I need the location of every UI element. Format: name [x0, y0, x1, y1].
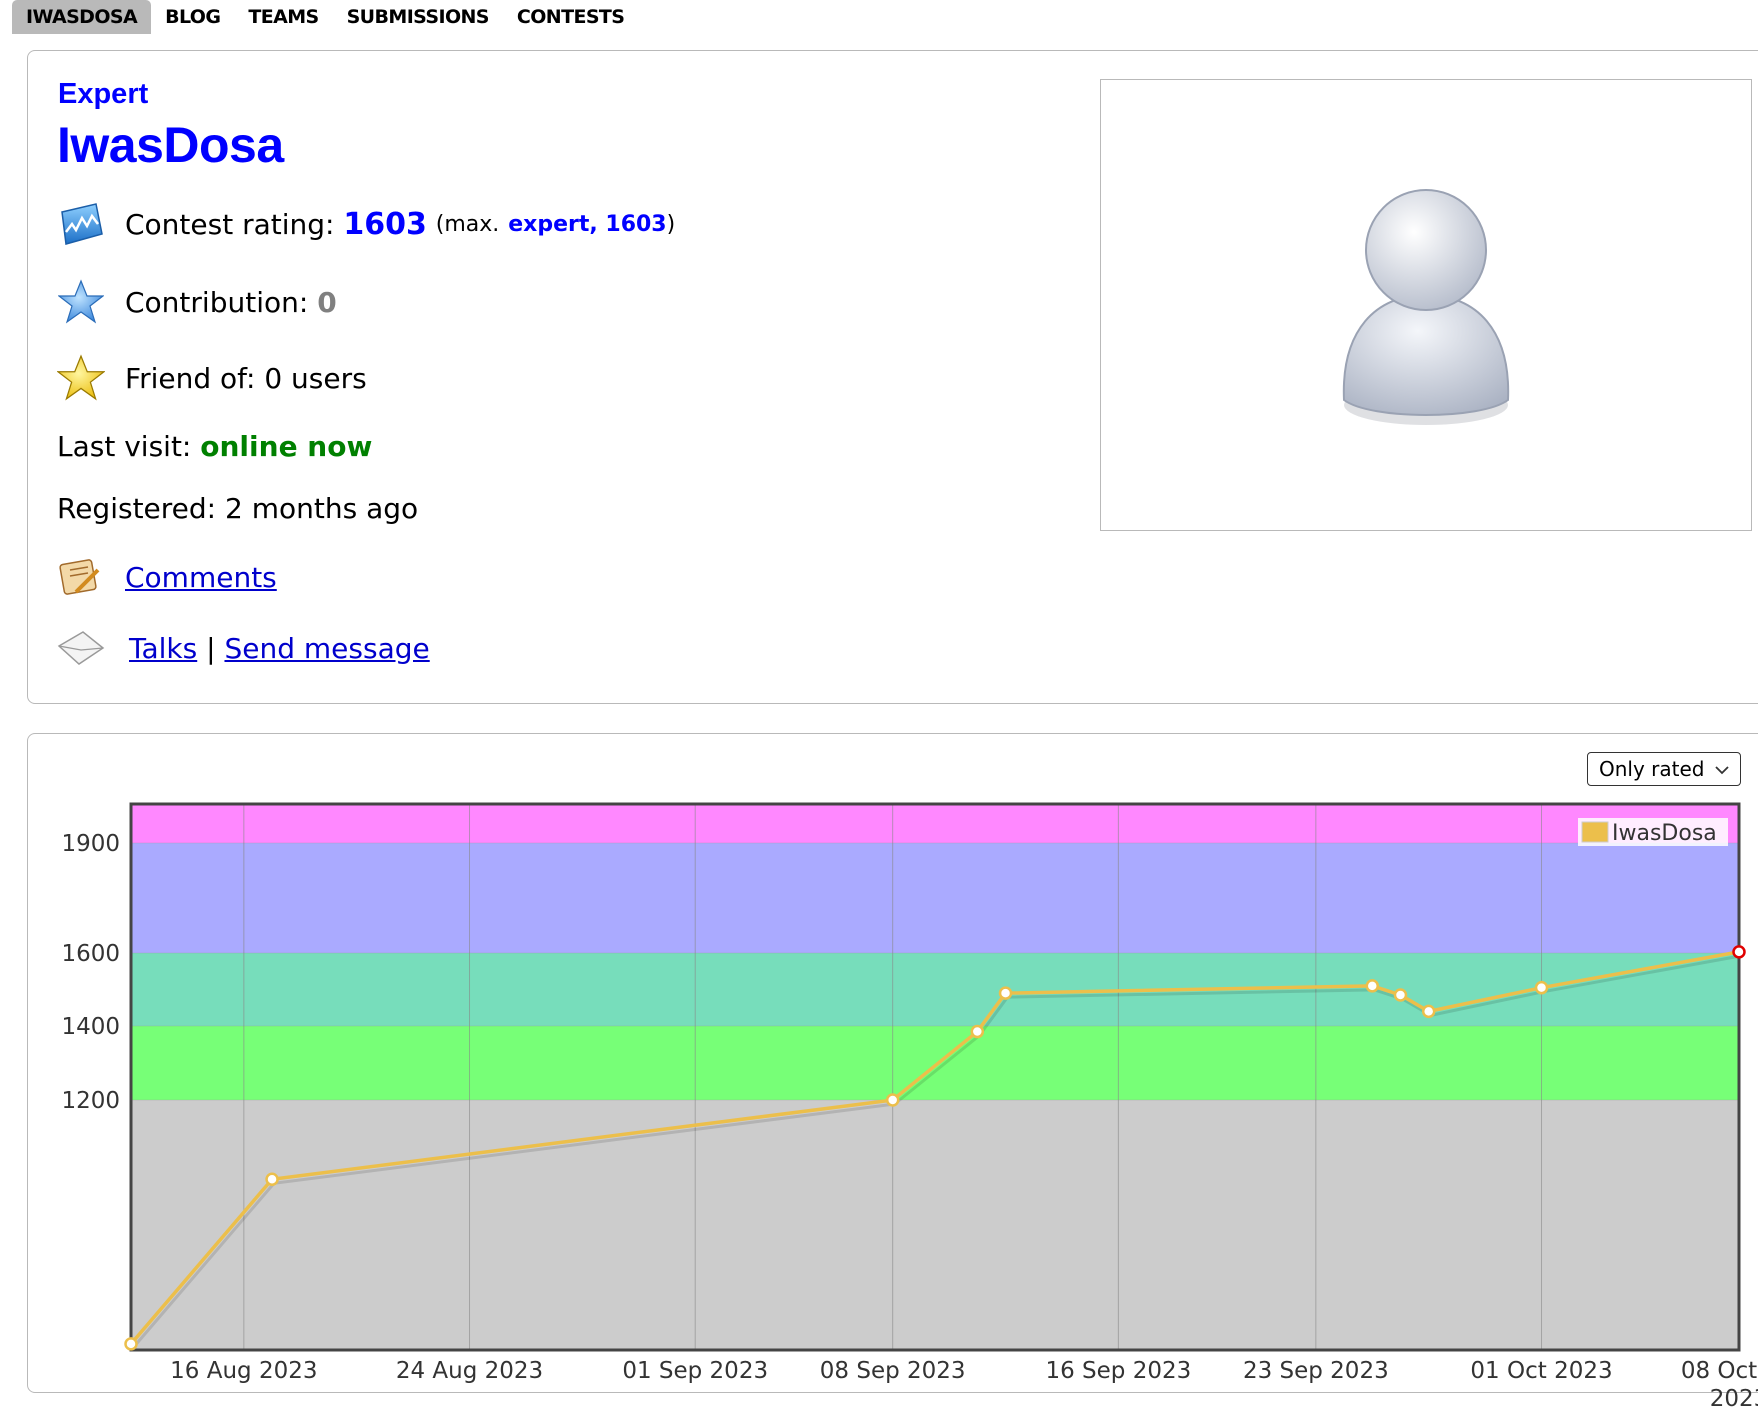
user-rank: Expert [58, 78, 149, 110]
online-status: online now [200, 430, 373, 463]
max-rating-value: expert, 1603 [508, 211, 667, 237]
rating-filter-select[interactable]: Only rated [1587, 752, 1741, 786]
friend-of-text: Friend of: 0 users [125, 361, 367, 395]
tab-contests[interactable]: CONTESTS [503, 0, 638, 34]
comments-link[interactable]: Comments [125, 561, 277, 594]
contribution-row: Contribution: 0 [57, 278, 337, 326]
friend-of-row: Friend of: 0 users [57, 354, 367, 402]
top-nav: IWASDOSA BLOG TEAMS SUBMISSIONS CONTESTS [12, 0, 638, 34]
envelope-icon [57, 624, 105, 672]
comments-icon [57, 553, 105, 601]
registered-row: Registered: 2 months ago [57, 492, 419, 525]
contest-rating-row: Contest rating: 1603 (max. expert, 1603) [57, 200, 675, 248]
talks-link[interactable]: Talks [129, 632, 197, 665]
chevron-down-icon [1714, 759, 1730, 783]
tab-profile[interactable]: IWASDOSA [12, 0, 152, 34]
comments-row: Comments [57, 553, 277, 601]
avatar [1342, 189, 1510, 425]
avatar-box [1100, 79, 1752, 531]
tab-blog[interactable]: BLOG [151, 0, 234, 34]
contribution-value: 0 [317, 285, 337, 319]
talks-row: Talks | Send message [57, 624, 430, 672]
rating-chart-icon [57, 200, 105, 248]
blue-star-icon [57, 278, 105, 326]
gold-star-icon [57, 354, 105, 402]
tab-submissions[interactable]: SUBMISSIONS [333, 0, 503, 34]
last-visit-row: Last visit: online now [57, 430, 373, 463]
tab-teams[interactable]: TEAMS [234, 0, 332, 34]
user-handle[interactable]: IwasDosa [57, 116, 284, 174]
rating-value: 1603 [343, 206, 427, 242]
send-message-link[interactable]: Send message [224, 632, 429, 665]
rating-chart-box [27, 733, 1758, 1393]
